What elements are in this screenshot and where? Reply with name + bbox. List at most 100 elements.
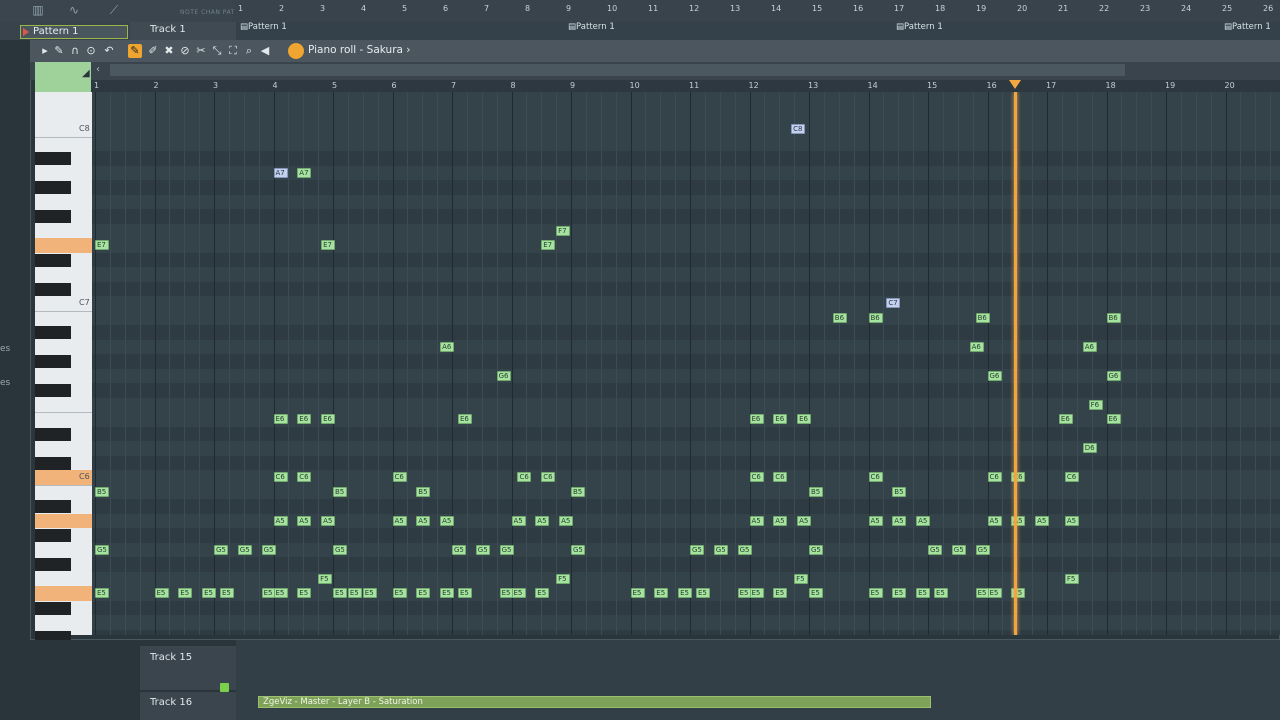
- note[interactable]: E5: [416, 588, 431, 598]
- note[interactable]: G5: [237, 544, 252, 555]
- select-icon[interactable]: ⤡: [210, 44, 224, 58]
- note[interactable]: C6: [297, 472, 312, 482]
- paint-icon[interactable]: ✐: [146, 44, 160, 58]
- note[interactable]: G5: [951, 544, 966, 555]
- note[interactable]: E5: [809, 588, 823, 598]
- slice-icon[interactable]: ✂: [194, 44, 208, 58]
- note[interactable]: A5: [273, 515, 288, 526]
- note[interactable]: B6: [975, 312, 990, 323]
- note[interactable]: C6: [541, 472, 556, 482]
- note[interactable]: A7: [273, 167, 288, 178]
- black-key[interactable]: [35, 529, 71, 542]
- note[interactable]: F5: [318, 573, 333, 584]
- note[interactable]: E5: [333, 588, 347, 598]
- note[interactable]: C6: [273, 472, 288, 482]
- piano-icon[interactable]: ▥: [30, 3, 46, 17]
- note[interactable]: G5: [975, 544, 990, 555]
- note[interactable]: A5: [749, 515, 764, 526]
- note[interactable]: E5: [916, 588, 931, 598]
- note[interactable]: C6: [1064, 472, 1079, 482]
- note[interactable]: A5: [1064, 515, 1079, 526]
- note-grid[interactable]: C8 A7 A7 E7 E7 E7 F7 C7 B6 B6 B6 B6 A6 A6 A6 G6 G6 G6 F6 E6…: [92, 92, 1280, 635]
- note[interactable]: A5: [892, 515, 907, 526]
- track-header-1[interactable]: Track 1: [130, 22, 236, 40]
- black-key[interactable]: [35, 456, 71, 470]
- note[interactable]: G5: [333, 544, 347, 555]
- playlist-ruler[interactable]: 1 2 3 4 5 6 7 8 9 10 11 12 13 14 15 16 17 18 19 20 21 22 23 24 2…: [236, 4, 1280, 22]
- note[interactable]: E5: [773, 588, 788, 598]
- pattern-selector[interactable]: Pattern 1: [20, 25, 128, 39]
- note[interactable]: G5: [475, 544, 490, 555]
- note[interactable]: E7: [95, 240, 109, 250]
- note[interactable]: A6: [1082, 341, 1097, 352]
- note[interactable]: A6: [969, 341, 984, 352]
- pencil-icon[interactable]: ✎: [128, 44, 142, 58]
- note[interactable]: A5: [416, 515, 431, 526]
- black-key[interactable]: [35, 253, 71, 267]
- note[interactable]: E6: [321, 414, 336, 424]
- automation-clip[interactable]: ZgeViz - Master - Layer B - Saturation: [258, 696, 931, 708]
- note[interactable]: A6: [440, 341, 455, 352]
- note[interactable]: C8: [791, 124, 806, 134]
- delete-icon[interactable]: ✖: [162, 44, 176, 58]
- note[interactable]: A5: [392, 515, 407, 526]
- track-header-16[interactable]: Track 16: [140, 692, 236, 720]
- note[interactable]: G6: [987, 370, 1002, 381]
- black-key[interactable]: [35, 427, 71, 441]
- note[interactable]: G5: [499, 544, 514, 555]
- note[interactable]: E5: [987, 588, 1002, 598]
- note[interactable]: C7: [886, 298, 901, 308]
- note[interactable]: E5: [678, 588, 693, 598]
- note[interactable]: G5: [261, 544, 276, 555]
- note[interactable]: B5: [892, 486, 907, 497]
- note[interactable]: E6: [457, 414, 472, 424]
- highlighted-key[interactable]: [35, 238, 92, 253]
- note[interactable]: E5: [630, 588, 645, 598]
- pattern-clip[interactable]: ▤Pattern 1: [568, 22, 615, 32]
- note[interactable]: E5: [695, 588, 710, 598]
- pattern-clip[interactable]: ▤Pattern 1: [896, 22, 943, 32]
- note[interactable]: E5: [933, 588, 948, 598]
- note[interactable]: C6: [392, 472, 407, 482]
- note[interactable]: E6: [749, 414, 764, 424]
- note[interactable]: A5: [1035, 515, 1050, 526]
- note[interactable]: E6: [1058, 414, 1073, 424]
- note[interactable]: E6: [297, 414, 312, 424]
- play-icon[interactable]: ⊙: [84, 44, 98, 58]
- black-key[interactable]: [35, 326, 71, 339]
- black-key[interactable]: [35, 601, 71, 615]
- note[interactable]: C6: [868, 472, 883, 482]
- note[interactable]: A5: [297, 515, 312, 526]
- playhead-marker[interactable]: [1009, 80, 1022, 89]
- pattern-clip[interactable]: ▤Pattern 1: [240, 22, 287, 32]
- note[interactable]: G5: [452, 544, 466, 555]
- note[interactable]: E5: [535, 588, 550, 598]
- note[interactable]: G5: [690, 544, 704, 555]
- playlist-bottom-lanes[interactable]: [236, 640, 1280, 720]
- note[interactable]: G5: [571, 544, 585, 555]
- note[interactable]: A5: [321, 515, 336, 526]
- automation-icon[interactable]: ⟋: [106, 3, 122, 17]
- note[interactable]: E6: [797, 414, 812, 424]
- undo-icon[interactable]: ↶: [102, 44, 116, 58]
- note[interactable]: E5: [95, 588, 109, 598]
- note[interactable]: A7: [297, 167, 312, 178]
- marquee-icon[interactable]: ⛶: [226, 44, 240, 58]
- note[interactable]: E5: [511, 588, 526, 598]
- note[interactable]: B5: [416, 486, 431, 497]
- piano-keyboard[interactable]: C8 C7 C6: [35, 92, 92, 660]
- note[interactable]: F5: [794, 573, 809, 584]
- note[interactable]: F6: [1088, 399, 1103, 410]
- note[interactable]: E5: [749, 588, 764, 598]
- note[interactable]: F5: [556, 573, 571, 584]
- note[interactable]: E5: [347, 588, 362, 598]
- note[interactable]: E5: [654, 588, 669, 598]
- note[interactable]: E5: [273, 588, 288, 598]
- menu-arrow-icon[interactable]: ▸: [38, 44, 52, 58]
- scroll-left-icon[interactable]: ‹: [96, 64, 100, 75]
- note[interactable]: B6: [1106, 312, 1121, 323]
- black-key[interactable]: [35, 558, 71, 571]
- piano-roll-ruler[interactable]: 1 2 3 4 5 6 7 8 9 10 11 12 13 14 15 16 17 18 19 20: [92, 80, 1280, 92]
- note[interactable]: E5: [202, 588, 217, 598]
- black-key[interactable]: [35, 384, 71, 397]
